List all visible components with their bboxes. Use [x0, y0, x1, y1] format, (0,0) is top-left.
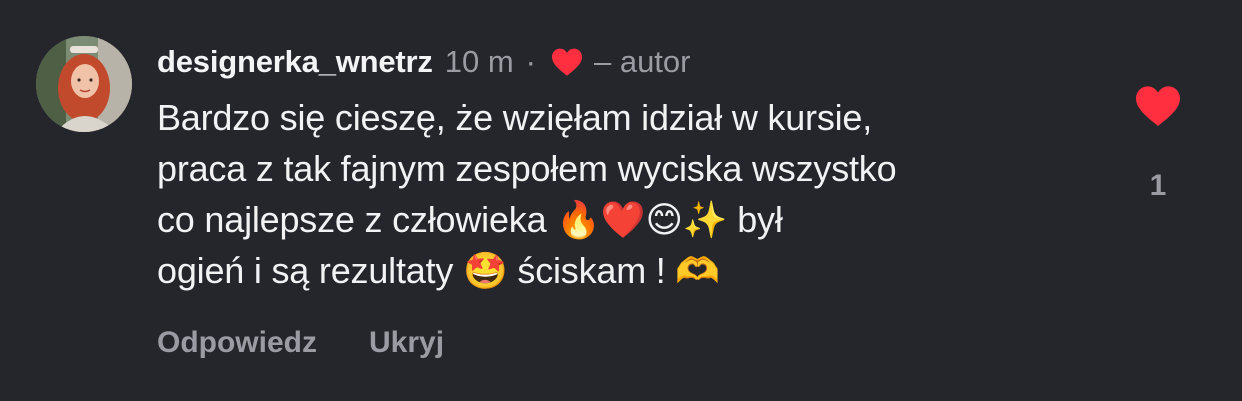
like-count: 1: [1149, 169, 1167, 202]
hide-button[interactable]: Ukryj: [369, 326, 444, 360]
meta-separator: ·: [525, 44, 536, 79]
comment: designerka_wnetrz 10 m · – autor Bardzo …: [0, 0, 1242, 401]
timestamp: 10 m: [444, 44, 514, 79]
comment-actions: Odpowiedz Ukryj: [157, 326, 1117, 360]
username[interactable]: designerka_wnetrz: [157, 44, 433, 80]
comment-meta: designerka_wnetrz 10 m · – autor: [157, 40, 1117, 84]
avatar-image: [36, 36, 132, 132]
comment-text: Bardzo się cieszę, że wzięłam idział w k…: [157, 97, 897, 291]
comment-body: designerka_wnetrz 10 m · – autor Bardzo …: [157, 40, 1117, 360]
heart-icon: [550, 47, 584, 77]
like-column: 1: [1130, 84, 1186, 203]
heart-icon: [1136, 86, 1180, 126]
avatar[interactable]: [36, 36, 132, 132]
like-button[interactable]: [1133, 84, 1183, 128]
reply-button[interactable]: Odpowiedz: [157, 326, 317, 360]
author-tag: – autor: [593, 44, 691, 79]
